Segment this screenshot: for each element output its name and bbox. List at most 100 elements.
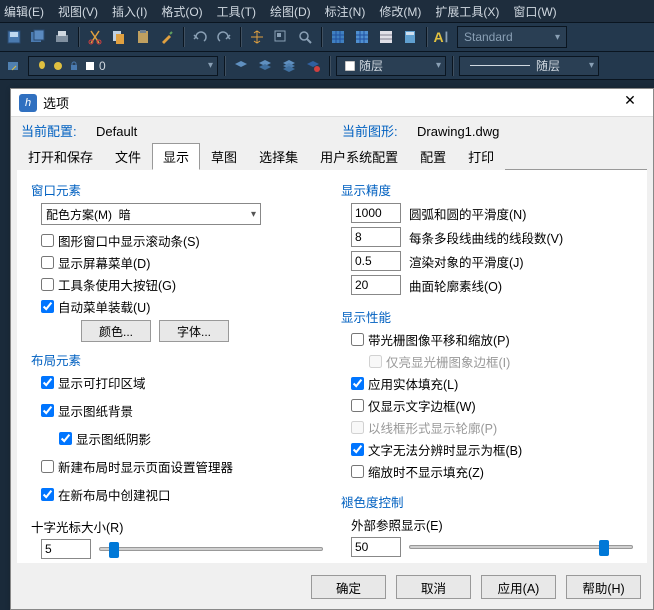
menu-bar: 编辑(E) 视图(V) 插入(I) 格式(O) 工具(T) 绘图(D) 标注(N… (0, 0, 654, 22)
chk-scrollbar[interactable]: 图形窗口中显示滚动条(S) (41, 231, 323, 250)
textstyle-value: Standard (464, 30, 513, 44)
tab-selection[interactable]: 选择集 (248, 143, 309, 170)
surf-contour-label: 曲面轮廓素线(O) (409, 276, 502, 295)
profile-value: Default (96, 124, 137, 139)
drawing-value: Drawing1.dwg (417, 124, 499, 139)
copy-icon[interactable] (109, 26, 129, 48)
print-icon[interactable] (52, 26, 72, 48)
arc-smooth-input[interactable] (351, 203, 401, 223)
textstyle-combo[interactable]: Standard ▾ (457, 26, 567, 48)
matchprop-icon[interactable] (157, 26, 177, 48)
layer3-icon[interactable] (279, 55, 299, 77)
saveall-icon[interactable] (28, 26, 48, 48)
tab-display[interactable]: 显示 (152, 143, 200, 170)
tab-print[interactable]: 打印 (457, 143, 505, 170)
profile-row: 当前配置: Default 当前图形: Drawing1.dwg (11, 117, 653, 142)
menu-window[interactable]: 窗口(W) (513, 3, 556, 20)
chk-solid-fill[interactable]: 应用实体填充(L) (351, 374, 633, 393)
grid1-icon[interactable] (328, 26, 348, 48)
chk-paper-bg[interactable]: 显示图纸背景 (41, 401, 323, 420)
chk-raster-pan[interactable]: 带光栅图像平移和缩放(P) (351, 330, 633, 349)
tab-drafting[interactable]: 草图 (200, 143, 248, 170)
save-icon[interactable] (4, 26, 24, 48)
color-scheme-combo[interactable]: 配色方案(M) 暗 (41, 203, 261, 225)
apply-button[interactable]: 应用(A) (481, 575, 556, 599)
chk-printable-area[interactable]: 显示可打印区域 (41, 373, 323, 392)
dialog-body: 窗口元素 配色方案(M) 暗 图形窗口中显示滚动条(S) 显示屏幕菜单(D) 工… (17, 170, 647, 563)
app-icon: h (19, 94, 37, 112)
color-value: 随层 (359, 57, 383, 74)
help-button[interactable]: 帮助(H) (566, 575, 641, 599)
menu-insert[interactable]: 插入(I) (112, 3, 147, 20)
menu-edit[interactable]: 编辑(E) (4, 3, 44, 20)
linetype-combo[interactable]: 随层 (459, 56, 599, 76)
zoom-icon[interactable] (295, 26, 315, 48)
paste-icon[interactable] (133, 26, 153, 48)
section-precision: 显示精度 (341, 180, 633, 199)
zoom-window-icon[interactable] (271, 26, 291, 48)
chk-text-frame[interactable]: 仅显示文字边框(W) (351, 396, 633, 415)
cancel-button[interactable]: 取消 (396, 575, 471, 599)
chk-large-buttons[interactable]: 工具条使用大按钮(G) (41, 275, 323, 294)
tab-files[interactable]: 文件 (104, 143, 152, 170)
crosshair-input[interactable] (41, 539, 91, 559)
chk-screen-menu[interactable]: 显示屏幕菜单(D) (41, 253, 323, 272)
fonts-button[interactable]: 字体... (159, 320, 229, 342)
chk-text-box[interactable]: 文字无法分辨时显示为框(B) (351, 440, 633, 459)
surf-contour-input[interactable] (351, 275, 401, 295)
menu-draw[interactable]: 绘图(D) (270, 3, 311, 20)
cut-icon[interactable] (85, 26, 105, 48)
profile-label: 当前配置: (21, 121, 96, 140)
colors-button[interactable]: 颜色... (81, 320, 151, 342)
menu-ext[interactable]: 扩展工具(X) (435, 3, 499, 20)
layer-freeze-icon (51, 59, 65, 73)
properties-icon[interactable] (376, 26, 396, 48)
pline-seg-input[interactable] (351, 227, 401, 247)
tab-user[interactable]: 用户系统配置 (309, 143, 409, 170)
xref-fade-label: 外部参照显示(E) (351, 515, 633, 534)
linetype-value: 随层 (536, 57, 560, 74)
section-window-elements: 窗口元素 (31, 180, 323, 199)
undo-icon[interactable] (190, 26, 210, 48)
layer4-icon[interactable] (303, 55, 323, 77)
render-smooth-input[interactable] (351, 251, 401, 271)
left-column: 窗口元素 配色方案(M) 暗 图形窗口中显示滚动条(S) 显示屏幕菜单(D) 工… (31, 180, 323, 557)
menu-modify[interactable]: 修改(M) (379, 3, 421, 20)
options-dialog: h 选项 ✕ 当前配置: Default 当前图形: Drawing1.dwg … (10, 88, 654, 610)
grid2-icon[interactable] (352, 26, 372, 48)
redo-icon[interactable] (214, 26, 234, 48)
tab-open-save[interactable]: 打开和保存 (17, 143, 104, 170)
menu-view[interactable]: 视图(V) (58, 3, 98, 20)
layer-combo[interactable]: 0 (28, 56, 218, 76)
chk-autoload-menu[interactable]: 自动菜单装载(U) (41, 297, 323, 316)
xref-fade-slider[interactable] (409, 545, 633, 549)
close-button[interactable]: ✕ (615, 92, 645, 114)
menu-format[interactable]: 格式(O) (161, 3, 202, 20)
menu-dim[interactable]: 标注(N) (325, 3, 366, 20)
chk-create-viewport[interactable]: 在新布局中创建视口 (41, 485, 323, 504)
chk-page-setup[interactable]: 新建布局时显示页面设置管理器 (41, 457, 323, 476)
layer2-icon[interactable] (255, 55, 275, 77)
color-swatch-icon (343, 59, 357, 73)
menu-tools[interactable]: 工具(T) (217, 3, 256, 20)
text-style-icon[interactable]: A▎ (433, 26, 453, 48)
xref-fade-input[interactable] (351, 537, 401, 557)
layer-name: 0 (99, 59, 106, 73)
section-layout-elements: 布局元素 (31, 350, 323, 369)
layer-lock-icon (67, 59, 81, 73)
crosshair-slider[interactable] (99, 547, 323, 551)
layer-match-icon[interactable] (4, 55, 24, 77)
pan-icon[interactable] (247, 26, 267, 48)
calc-icon[interactable] (400, 26, 420, 48)
chk-zoom-fill[interactable]: 缩放时不显示填充(Z) (351, 462, 633, 481)
chk-raster-frame: 仅亮显光栅图象边框(I) (369, 352, 633, 371)
tab-profile[interactable]: 配置 (409, 143, 457, 170)
color-scheme-label: 配色方案(M) 暗 (46, 206, 131, 223)
chk-wire-silh: 以线框形式显示轮廓(P) (351, 418, 633, 437)
color-combo[interactable]: 随层 (336, 56, 446, 76)
arc-smooth-label: 圆弧和圆的平滑度(N) (409, 204, 526, 223)
dialog-title: 选项 (43, 93, 615, 112)
chk-paper-shadow[interactable]: 显示图纸阴影 (59, 429, 323, 448)
ok-button[interactable]: 确定 (311, 575, 386, 599)
layer1-icon[interactable] (231, 55, 251, 77)
